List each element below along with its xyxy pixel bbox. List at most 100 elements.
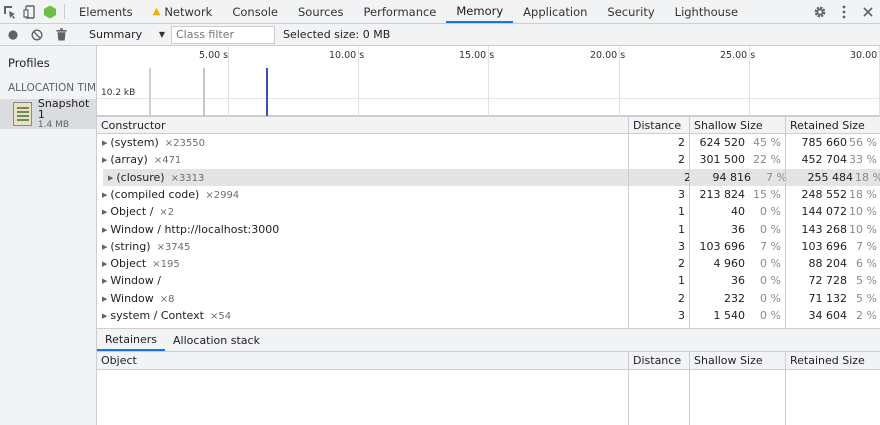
retained-size-cell: 72 728 (808, 274, 848, 288)
constructor-name: Object / (110, 205, 154, 219)
table-row[interactable]: ▶ (string) ×3745 3 103 696 7 % 103 696 7 % (97, 238, 880, 255)
allocation-bar (203, 68, 205, 116)
table-row[interactable]: ▶ (compiled code) ×2994 3 213 824 15 % 248 552… (97, 186, 880, 203)
shallow-size-cell: 36 (731, 274, 745, 288)
settings-icon[interactable] (808, 5, 832, 19)
constructor-cell: ▶ (array) ×471 (102, 151, 622, 168)
record-icon[interactable] (0, 29, 26, 41)
constructor-cell: ▶ (system) ×23550 (102, 134, 622, 151)
expand-triangle-icon[interactable]: ▶ (102, 312, 107, 320)
header-object[interactable]: Object (97, 352, 628, 369)
constructor-name: Window (110, 291, 154, 305)
tab-sources[interactable]: Sources (288, 0, 354, 23)
retained-size-cell: 255 484 (807, 170, 854, 184)
expand-triangle-icon[interactable]: ▶ (108, 174, 113, 182)
node-icon[interactable] (40, 0, 60, 23)
shallow-size-cell: 232 (724, 291, 745, 305)
instance-count: ×195 (152, 259, 180, 271)
constructor-name: Window / http://localhost:3000 (110, 222, 280, 236)
expand-triangle-icon[interactable]: ▶ (102, 208, 107, 216)
constructor-name: (system) (110, 136, 159, 149)
inspect-icon[interactable] (0, 0, 20, 23)
constructor-cell: ▶ system / Context ×54 (102, 307, 622, 324)
snapshot-item[interactable]: Snapshot 1 1.4 MB (0, 98, 96, 130)
tick-label: 30.00 s (850, 50, 880, 61)
table-row[interactable]: ▶ Object ×195 2 4 960 0 % 88 204 6 % (97, 255, 880, 272)
instance-count: ×2994 (205, 189, 240, 201)
collect-garbage-icon[interactable] (48, 28, 74, 41)
tick-label: 20.00 s (590, 50, 626, 61)
device-toggle-icon[interactable] (20, 0, 40, 23)
instance-count: ×3313 (170, 172, 205, 184)
table-row[interactable]: ▶ Window / http://localhost:3000 1 36 0 % 143… (97, 221, 880, 238)
constructor-cell: ▶ Window ×8 (102, 290, 622, 307)
expand-triangle-icon[interactable]: ▶ (102, 243, 107, 251)
header-constructor[interactable]: Constructor (97, 117, 628, 134)
view-select[interactable]: Summary ▼ (89, 27, 165, 43)
shallow-percent-cell: 7 % (766, 170, 787, 184)
column-divider (689, 370, 690, 425)
header-shallow-size[interactable]: Shallow Size (689, 352, 785, 369)
retained-percent-cell: 10 % (849, 222, 877, 236)
allocation-timeline[interactable]: 5.00 s 10.00 s 15.00 s 20.00 s 25.00 s 3… (97, 46, 880, 116)
table-row[interactable]: ▶ Object / ×2 1 40 0 % 144 072 10 % (97, 203, 880, 220)
tab-memory[interactable]: Memory (446, 0, 514, 23)
shallow-size-cell: 94 816 (712, 170, 752, 184)
shallow-size-cell: 301 500 (699, 153, 746, 167)
more-icon[interactable] (832, 5, 856, 19)
constructor-cell: ▶ Object / ×2 (102, 203, 622, 220)
clear-icon[interactable] (26, 28, 48, 41)
expand-triangle-icon[interactable]: ▶ (102, 277, 107, 285)
header-distance[interactable]: Distance (628, 117, 689, 134)
allocation-bar (149, 68, 151, 116)
tab-security[interactable]: Security (597, 0, 664, 23)
header-shallow-size[interactable]: Shallow Size (689, 117, 785, 134)
table-row[interactable]: ▶ (array) ×471 2 301 500 22 % 452 704 33 % (97, 151, 880, 168)
table-row[interactable]: ▶ Window ×8 2 232 0 % 71 132 5 % (97, 290, 880, 307)
tab-performance[interactable]: Performance (354, 0, 447, 23)
distance-cell: 3 (678, 239, 685, 253)
column-divider (785, 134, 786, 328)
retained-percent-cell: 5 % (856, 291, 877, 305)
header-retained-size[interactable]: Retained Size (785, 117, 880, 134)
tick-label: 15.00 s (459, 50, 495, 61)
profiles-heading: Profiles (8, 56, 50, 70)
snapshot-icon (13, 102, 32, 126)
retained-size-cell: 34 604 (808, 309, 848, 322)
expand-triangle-icon[interactable]: ▶ (102, 260, 107, 268)
tab-lighthouse[interactable]: Lighthouse (665, 0, 748, 23)
tab-elements[interactable]: Elements (69, 0, 143, 23)
retained-percent-cell: 18 % (849, 187, 877, 201)
close-icon[interactable] (856, 6, 880, 18)
table-row[interactable]: ▶(closure) ×3313 2 94 816 7 % 255 48418 % (103, 168, 880, 186)
shallow-size-cell: 4 960 (713, 257, 746, 271)
snapshot-size: 1.4 MB (37, 119, 70, 130)
constructor-cell: ▶ Window / (102, 272, 622, 289)
class-filter-input[interactable] (171, 25, 275, 44)
constructor-cell: ▶ (string) ×3745 (102, 238, 622, 255)
shallow-size-cell: 36 (731, 222, 745, 236)
tab-application[interactable]: Application (513, 0, 597, 23)
header-retained-size[interactable]: Retained Size (785, 352, 880, 369)
tab-console[interactable]: Console (222, 0, 288, 23)
header-distance[interactable]: Distance (628, 352, 689, 369)
tab-allocation-stack[interactable]: Allocation stack (165, 329, 268, 351)
table-row[interactable]: ▶ (system) ×23550 2 624 520 45 % 785 660 56 % (97, 134, 880, 151)
shallow-percent-cell: 22 % (753, 153, 781, 167)
expand-triangle-icon[interactable]: ▶ (102, 156, 107, 164)
retained-size-cell: 71 132 (808, 291, 848, 305)
shallow-percent-cell: 7 % (760, 239, 781, 253)
constructor-name: (compiled code) (110, 187, 200, 201)
shallow-size-cell: 213 824 (699, 187, 746, 201)
tab-retainers[interactable]: Retainers (97, 329, 166, 351)
expand-triangle-icon[interactable]: ▶ (102, 226, 107, 234)
instance-count: ×471 (153, 155, 182, 167)
instance-count: ×3745 (156, 241, 191, 253)
expand-triangle-icon[interactable]: ▶ (102, 295, 107, 303)
retained-percent-cell: 10 % (849, 205, 877, 219)
table-row[interactable]: ▶ Window / 1 36 0 % 72 728 5 % (97, 272, 880, 289)
expand-triangle-icon[interactable]: ▶ (102, 191, 107, 199)
expand-triangle-icon[interactable]: ▶ (102, 139, 107, 147)
table-row[interactable]: ▶ system / Context ×54 3 1 540 0 % 34 604 2 % (97, 307, 880, 324)
tab-network[interactable]: ▲ Network (143, 0, 223, 23)
